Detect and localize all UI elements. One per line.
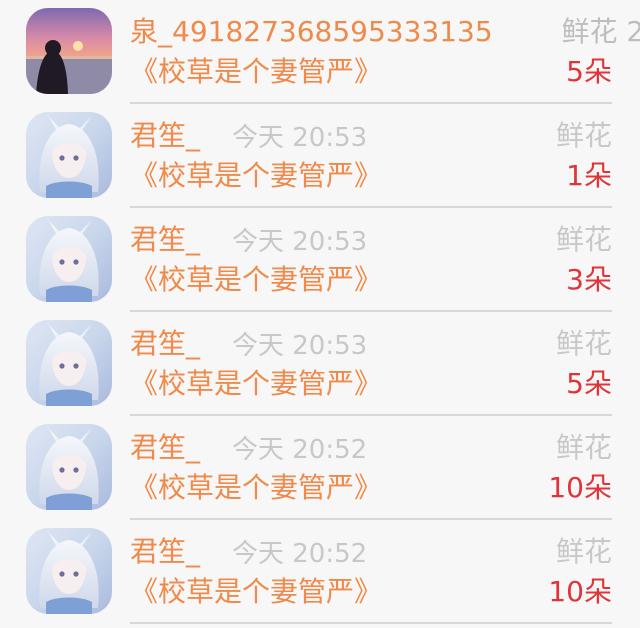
avatar-image	[26, 320, 112, 406]
avatar-image	[26, 8, 112, 94]
gift-count: 10朵	[548, 575, 612, 608]
timestamp: 今天 20:52	[232, 435, 368, 465]
list-item[interactable]: 君笙_ 今天 20:53 鲜花 《校草是个妻管严》 1朵	[0, 104, 640, 208]
list-item[interactable]: 君笙_ 今天 20:53 鲜花 《校草是个妻管严》 5朵	[0, 312, 640, 416]
divider	[130, 622, 612, 624]
gift-count: 1朵	[566, 159, 612, 192]
avatar[interactable]	[26, 112, 112, 198]
avatar[interactable]	[26, 320, 112, 406]
avatar[interactable]	[26, 424, 112, 510]
gift-count: 3朵	[566, 263, 612, 296]
avatar-image	[26, 216, 112, 302]
user-name[interactable]: 君笙_	[130, 324, 200, 364]
timestamp: 今天 20:53	[232, 331, 368, 361]
gift-record-list: 泉_4918273685953331​35 鲜花 21 《校草是个妻管严》 5朵…	[0, 0, 640, 628]
gift-type-label: 鲜花	[555, 327, 612, 360]
user-name[interactable]: 君笙_	[130, 220, 200, 260]
avatar[interactable]	[26, 216, 112, 302]
user-name[interactable]: 君笙_	[130, 428, 200, 468]
list-item[interactable]: 泉_4918273685953331​35 鲜花 21 《校草是个妻管严》 5朵	[0, 0, 640, 104]
gift-type-label: 鲜花 21	[561, 15, 640, 48]
user-name[interactable]: 君笙_	[130, 532, 200, 572]
user-name[interactable]: 君笙_	[130, 116, 200, 156]
gift-type-label: 鲜花	[555, 431, 612, 464]
avatar-image	[26, 112, 112, 198]
avatar-image	[26, 424, 112, 510]
timestamp: 今天 20:52	[232, 539, 368, 569]
avatar[interactable]	[26, 528, 112, 614]
book-title[interactable]: 《校草是个妻管严》	[130, 260, 382, 300]
book-title[interactable]: 《校草是个妻管严》	[130, 52, 382, 92]
book-title[interactable]: 《校草是个妻管严》	[130, 468, 382, 508]
gift-count: 10朵	[548, 471, 612, 504]
gift-type-label: 鲜花	[555, 535, 612, 568]
timestamp: 今天 20:53	[232, 123, 368, 153]
avatar-image	[26, 528, 112, 614]
book-title[interactable]: 《校草是个妻管严》	[130, 572, 382, 612]
gift-type-label: 鲜花	[555, 223, 612, 256]
gift-type-label: 鲜花	[555, 119, 612, 152]
gift-count: 5朵	[566, 55, 612, 88]
list-item[interactable]: 君笙_ 今天 20:52 鲜花 《校草是个妻管严》 10朵	[0, 416, 640, 520]
list-item[interactable]: 君笙_ 今天 20:53 鲜花 《校草是个妻管严》 3朵	[0, 208, 640, 312]
timestamp: 今天 20:53	[232, 227, 368, 257]
user-name[interactable]: 泉_4918273685953331​35	[130, 12, 493, 52]
book-title[interactable]: 《校草是个妻管严》	[130, 364, 382, 404]
book-title[interactable]: 《校草是个妻管严》	[130, 156, 382, 196]
avatar[interactable]	[26, 8, 112, 94]
gift-count: 5朵	[566, 367, 612, 400]
list-item[interactable]: 君笙_ 今天 20:52 鲜花 《校草是个妻管严》 10朵	[0, 520, 640, 624]
